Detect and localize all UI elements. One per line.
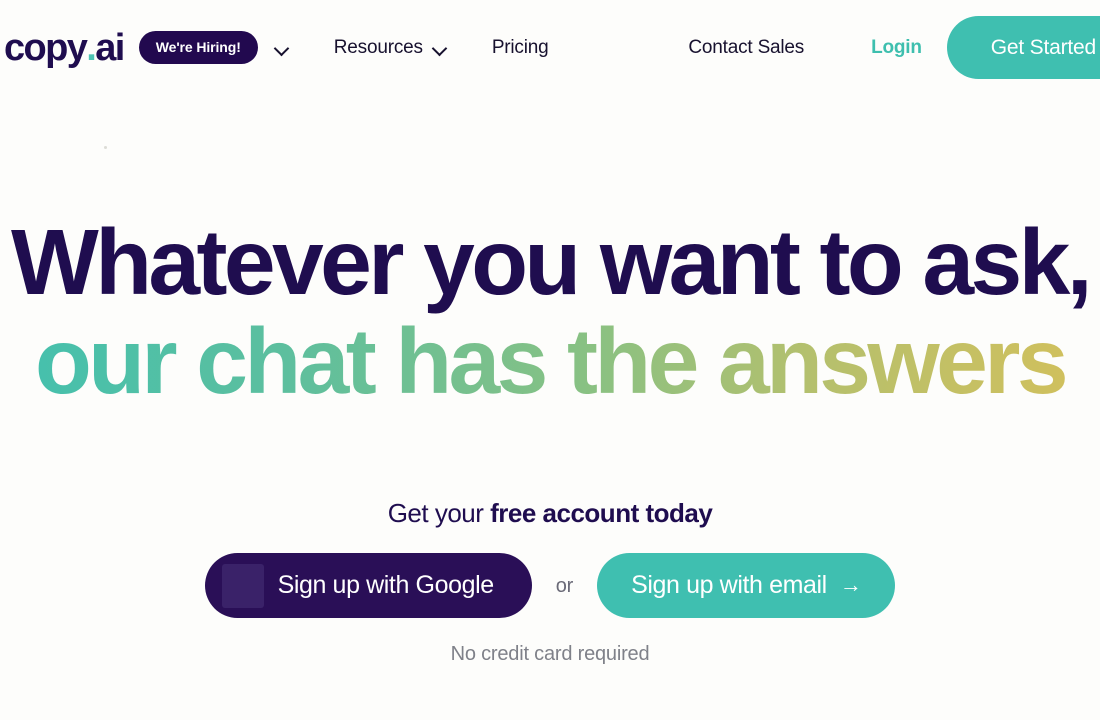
headline-line-1: Whatever you want to ask, (11, 210, 1093, 314)
subheading-regular-text: Get your (387, 498, 491, 528)
logo-text-ai: ai (95, 26, 125, 69)
signup-cta-row: Sign up with Google or Sign up with emai… (0, 553, 1100, 618)
chevron-down-icon (274, 40, 290, 56)
logo-text-copy: copy (4, 26, 88, 69)
nav-link-contact-sales[interactable]: Contact Sales (688, 37, 804, 59)
nav-link-resources: Resources (333, 37, 423, 58)
sign-up-with-email-button[interactable]: Sign up with email → (597, 553, 896, 618)
sidebar-item-pricing[interactable]: Pricing (492, 38, 549, 57)
top-navigation-bar: copy. ai We're Hiring! Resources Pricing … (0, 0, 1100, 95)
were-hiring-badge[interactable]: We're Hiring! (138, 31, 258, 64)
nav-link-pricing: Pricing (491, 37, 549, 58)
headline-line-2: our chat has the answers (0, 311, 1100, 411)
sign-up-with-google-label: Sign up with Google (277, 571, 495, 599)
arrow-right-icon: → (839, 571, 862, 597)
nav-link-login[interactable]: Login (871, 37, 922, 59)
or-separator-label: or (555, 574, 574, 597)
sign-up-with-google-button[interactable]: Sign up with Google (204, 553, 532, 618)
subheading-bold-text: free account today (490, 498, 713, 528)
no-credit-card-note: No credit card required (450, 643, 650, 665)
google-logo-icon (221, 563, 264, 608)
logo-dot: . (86, 26, 97, 69)
chevron-down-icon (432, 40, 448, 56)
nav-right-group: Contact Sales Login Get Started (688, 0, 1100, 95)
nav-dropdown-toggle[interactable] (274, 40, 290, 56)
hero-subheading: Get your free account today (0, 500, 1100, 526)
nav-left-group: copy. ai We're Hiring! Resources Pricing (0, 29, 549, 67)
copyai-logo[interactable]: copy. ai (4, 26, 125, 69)
sidebar-item-resources[interactable]: Resources (334, 38, 448, 57)
sign-up-with-email-label: Sign up with email (631, 571, 827, 599)
get-started-button[interactable]: Get Started (946, 16, 1100, 79)
decorative-speck (104, 146, 107, 149)
landing-page: copy. ai We're Hiring! Resources Pricing … (0, 0, 1100, 720)
page-title: Whatever you want to ask, our chat has t… (0, 213, 1100, 410)
